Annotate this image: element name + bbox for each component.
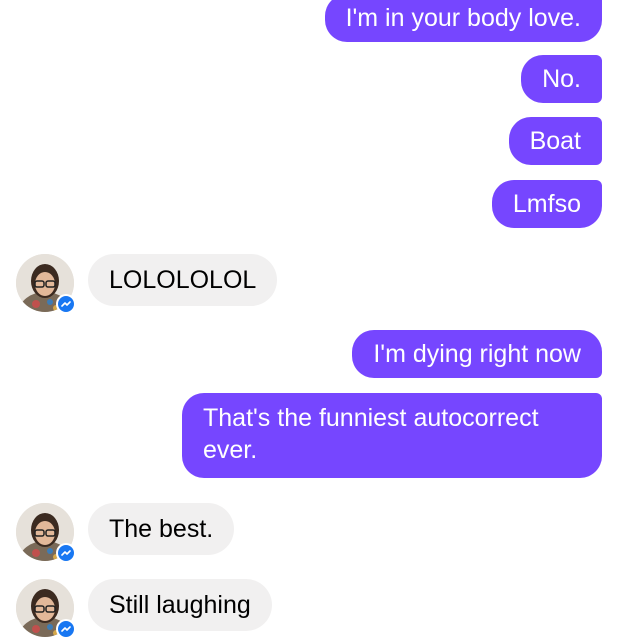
contact-avatar[interactable] <box>16 503 76 563</box>
received-message-bubble[interactable]: Still laughing <box>88 579 272 631</box>
messenger-badge-icon <box>56 619 76 639</box>
sent-message-bubble[interactable]: Boat <box>508 117 602 165</box>
sent-message-bubble[interactable]: Lmfso <box>491 180 602 228</box>
sent-message-bubble[interactable]: That's the funniest autocorrect ever. <box>182 393 602 478</box>
sent-message-bubble[interactable]: I'm dying right now <box>352 330 602 378</box>
contact-avatar[interactable] <box>16 254 76 314</box>
received-message-bubble[interactable]: The best. <box>88 503 235 555</box>
contact-avatar[interactable] <box>16 579 76 639</box>
messenger-badge-icon <box>56 294 76 314</box>
sent-message-bubble[interactable]: No. <box>521 55 602 103</box>
messenger-badge-icon <box>56 543 76 563</box>
sent-message-bubble[interactable]: I'm in your body love. <box>324 0 602 42</box>
received-message-bubble[interactable]: LOLOLOLOL <box>88 254 278 306</box>
